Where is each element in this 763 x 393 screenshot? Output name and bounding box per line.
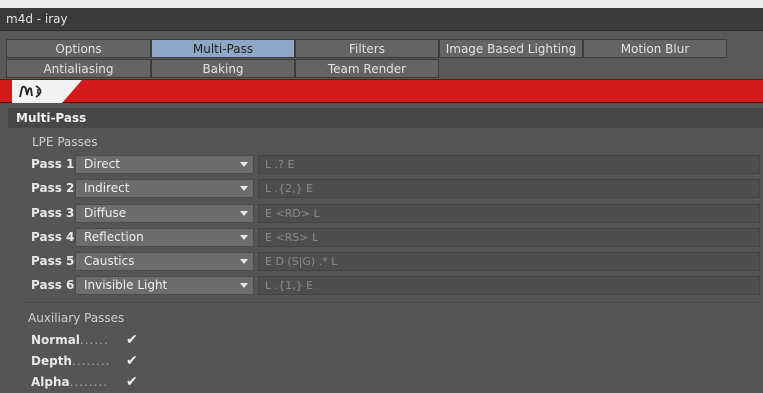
aux-dots: ........ <box>69 375 109 389</box>
tab-filters[interactable]: Filters <box>295 39 439 58</box>
tab-baking[interactable]: Baking <box>151 59 295 78</box>
pass-label: Pass 2 <box>31 181 75 195</box>
pass-row: Pass 4 Reflection E <RS> L <box>0 228 763 248</box>
pass-label: Pass 4 <box>31 230 75 244</box>
window-title: m4d - iray <box>0 8 763 31</box>
pass-row: Pass 5 Caustics E D (S|G) .* L <box>0 252 763 272</box>
chevron-down-icon <box>240 283 248 288</box>
aux-normal-row: Normal...... ✔ <box>31 332 138 351</box>
chevron-down-icon <box>240 211 248 216</box>
pass-4-expression-field[interactable]: E <RS> L <box>258 228 760 247</box>
pass-row: Pass 1 Direct L .? E <box>0 155 763 175</box>
pass-5-expression-field[interactable]: E D (S|G) .* L <box>258 252 760 271</box>
pass-label: Pass 6 <box>31 278 75 292</box>
tab-motion-blur[interactable]: Motion Blur <box>583 39 727 58</box>
aux-label: Alpha <box>31 375 70 389</box>
pass-6-expression-field[interactable]: L .{1,} E <box>258 276 760 295</box>
divider <box>22 302 762 303</box>
chevron-down-icon <box>240 235 248 240</box>
dropdown-value: Caustics <box>84 254 135 268</box>
top-strip <box>0 0 763 8</box>
tab-antialiasing[interactable]: Antialiasing <box>6 59 151 78</box>
aux-label: Normal <box>31 333 80 347</box>
pass-1-expression-field[interactable]: L .? E <box>258 155 760 174</box>
tab-bar: Options Multi-Pass Filters Image Based L… <box>0 32 763 79</box>
brand-bar <box>0 79 763 103</box>
pass-row: Pass 6 Invisible Light L .{1,} E <box>0 276 763 296</box>
depth-checkbox[interactable]: ✔ <box>126 353 140 369</box>
normal-checkbox[interactable]: ✔ <box>126 332 140 348</box>
dropdown-value: Invisible Light <box>84 278 168 292</box>
pass-row: Pass 3 Diffuse E <RD> L <box>0 204 763 224</box>
dropdown-value: Diffuse <box>84 206 127 220</box>
tab-options[interactable]: Options <box>6 39 151 58</box>
dropdown-value: Direct <box>84 157 120 171</box>
section-title: Multi-Pass <box>8 108 763 128</box>
lpe-group-label: LPE Passes <box>32 135 98 149</box>
aux-label: Depth <box>31 354 72 368</box>
tab-multi-pass[interactable]: Multi-Pass <box>151 39 295 58</box>
chevron-down-icon <box>240 186 248 191</box>
pass-6-dropdown[interactable]: Invisible Light <box>75 276 254 295</box>
pass-3-dropdown[interactable]: Diffuse <box>75 204 254 223</box>
dropdown-value: Indirect <box>84 181 130 195</box>
tab-team-render[interactable]: Team Render <box>295 59 439 78</box>
pass-1-dropdown[interactable]: Direct <box>75 155 254 174</box>
aux-alpha-row: Alpha........ ✔ <box>31 374 138 393</box>
m4d-logo-icon <box>19 85 42 98</box>
tab-image-based-lighting[interactable]: Image Based Lighting <box>439 39 583 58</box>
pass-4-dropdown[interactable]: Reflection <box>75 228 254 247</box>
aux-dots: ...... <box>79 333 109 347</box>
auxiliary-group-label: Auxiliary Passes <box>28 311 125 325</box>
dropdown-value: Reflection <box>84 230 144 244</box>
aux-dots: ........ <box>71 354 111 368</box>
alpha-checkbox[interactable]: ✔ <box>126 374 140 390</box>
pass-label: Pass 5 <box>31 254 75 268</box>
pass-2-expression-field[interactable]: L .{2,} E <box>258 179 760 198</box>
pass-label: Pass 3 <box>31 206 75 220</box>
chevron-down-icon <box>240 259 248 264</box>
pass-3-expression-field[interactable]: E <RD> L <box>258 204 760 223</box>
pass-label: Pass 1 <box>31 157 75 171</box>
pass-5-dropdown[interactable]: Caustics <box>75 252 254 271</box>
chevron-down-icon <box>240 162 248 167</box>
aux-depth-row: Depth........ ✔ <box>31 353 138 372</box>
pass-2-dropdown[interactable]: Indirect <box>75 179 254 198</box>
pass-row: Pass 2 Indirect L .{2,} E <box>0 179 763 199</box>
